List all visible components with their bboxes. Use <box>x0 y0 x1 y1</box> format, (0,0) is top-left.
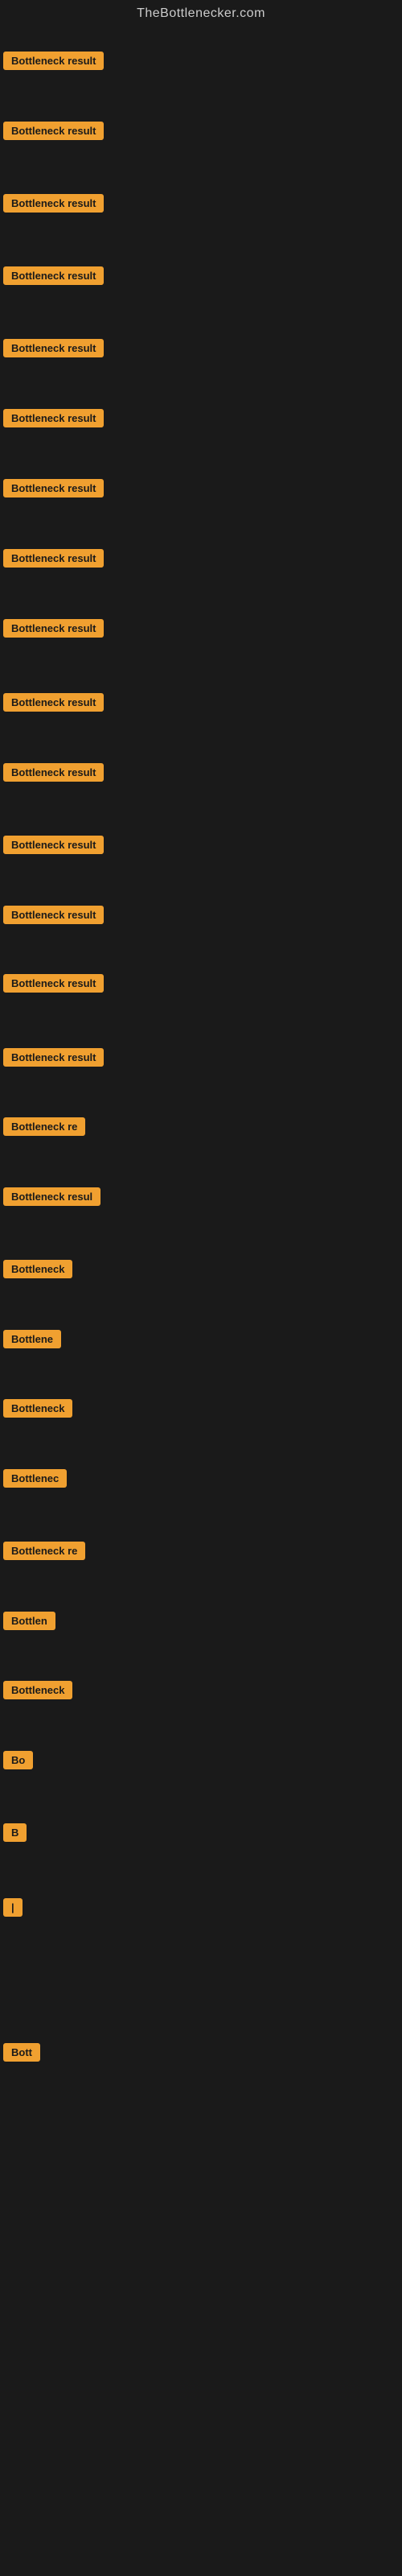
bottleneck-badge: Bottleneck result <box>3 339 104 357</box>
bottleneck-item: Bottleneck <box>3 1399 72 1422</box>
bottleneck-badge: B <box>3 1823 27 1842</box>
bottleneck-item: Bottlenec <box>3 1469 67 1492</box>
bottleneck-badge: Bottlen <box>3 1612 55 1630</box>
bottleneck-item: Bottleneck re <box>3 1117 85 1140</box>
bottleneck-item: Bottleneck result <box>3 619 104 642</box>
bottleneck-item: Bottleneck resul <box>3 1187 100 1210</box>
bottleneck-item: Bottleneck result <box>3 1048 104 1071</box>
bottleneck-item: Bottleneck result <box>3 763 104 786</box>
bottleneck-badge: Bottleneck result <box>3 906 104 924</box>
bottleneck-badge: Bottleneck result <box>3 693 104 712</box>
bottleneck-item: Bottlene <box>3 1330 61 1352</box>
bottleneck-badge: Bottleneck result <box>3 266 104 285</box>
bottleneck-item: | <box>3 1898 23 1921</box>
bottleneck-badge: Bottleneck result <box>3 763 104 782</box>
bottleneck-badge: Bottleneck result <box>3 409 104 427</box>
bottleneck-item: Bo <box>3 1751 33 1773</box>
bottleneck-item: Bottleneck result <box>3 906 104 928</box>
bottleneck-item: Bott <box>3 2043 40 2066</box>
bottleneck-badge: Bottleneck result <box>3 836 104 854</box>
bottleneck-item: Bottleneck result <box>3 122 104 144</box>
bottleneck-badge: Bottleneck resul <box>3 1187 100 1206</box>
bottleneck-item: Bottleneck result <box>3 339 104 361</box>
site-title: TheBottlenecker.com <box>0 0 402 31</box>
bottleneck-badge: Bottlenec <box>3 1469 67 1488</box>
bottleneck-badge: Bottleneck <box>3 1399 72 1418</box>
bottleneck-item: B <box>3 1823 27 1846</box>
bottleneck-badge: Bottleneck result <box>3 619 104 638</box>
bottleneck-item: Bottleneck result <box>3 409 104 431</box>
bottleneck-badge: Bottleneck result <box>3 122 104 140</box>
bottleneck-item: Bottleneck result <box>3 549 104 572</box>
bottleneck-badge: Bottleneck re <box>3 1542 85 1560</box>
bottleneck-badge: Bottleneck <box>3 1260 72 1278</box>
bottleneck-badge: Bo <box>3 1751 33 1769</box>
bottleneck-item: Bottleneck result <box>3 194 104 217</box>
bottleneck-badge: Bottleneck result <box>3 194 104 213</box>
bottleneck-badge: Bottleneck result <box>3 52 104 70</box>
bottleneck-item: Bottleneck result <box>3 974 104 997</box>
bottleneck-badge: Bott <box>3 2043 40 2062</box>
bottleneck-item: Bottleneck result <box>3 693 104 716</box>
bottleneck-item: Bottleneck <box>3 1260 72 1282</box>
bottleneck-badge: | <box>3 1898 23 1917</box>
bottleneck-badge: Bottleneck result <box>3 479 104 497</box>
content-area: Bottleneck result Bottleneck result Bottle… <box>0 31 402 2574</box>
bottleneck-item: Bottleneck result <box>3 479 104 502</box>
bottleneck-item: Bottleneck <box>3 1681 72 1703</box>
bottleneck-badge: Bottleneck <box>3 1681 72 1699</box>
bottleneck-item: Bottleneck result <box>3 266 104 289</box>
bottleneck-badge: Bottlene <box>3 1330 61 1348</box>
bottleneck-item: Bottleneck result <box>3 52 104 74</box>
bottleneck-badge: Bottleneck re <box>3 1117 85 1136</box>
bottleneck-badge: Bottleneck result <box>3 1048 104 1067</box>
bottleneck-item: Bottlen <box>3 1612 55 1634</box>
bottleneck-item: Bottleneck re <box>3 1542 85 1564</box>
bottleneck-badge: Bottleneck result <box>3 549 104 568</box>
bottleneck-badge: Bottleneck result <box>3 974 104 993</box>
bottleneck-item: Bottleneck result <box>3 836 104 858</box>
